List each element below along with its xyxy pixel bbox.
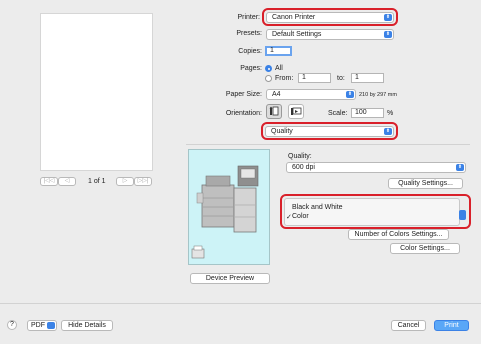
next-page-button[interactable]: ▷ bbox=[116, 177, 134, 186]
printer-label: Printer: bbox=[237, 14, 260, 21]
bottom-divider bbox=[0, 303, 481, 304]
pages-label: Pages: bbox=[240, 65, 262, 72]
paper-size-label: Paper Size: bbox=[225, 91, 262, 98]
section-divider bbox=[186, 144, 470, 145]
paper-size-value: A4 bbox=[272, 91, 281, 98]
copies-label: Copies: bbox=[238, 48, 262, 55]
quality-settings-button[interactable]: Quality Settings... bbox=[388, 178, 463, 189]
presets-select[interactable]: Default Settings ⬍ bbox=[266, 29, 394, 40]
help-button[interactable]: ? bbox=[7, 320, 17, 330]
quality-label: Quality: bbox=[288, 153, 312, 160]
page-preview bbox=[40, 13, 153, 171]
orientation-label: Orientation: bbox=[225, 110, 262, 117]
number-of-colors-settings-button[interactable]: Number of Colors Settings... bbox=[348, 229, 449, 240]
chevron-updown-icon: ⬍ bbox=[384, 31, 392, 38]
presets-label: Presets: bbox=[236, 30, 262, 37]
print-button[interactable]: Print bbox=[434, 320, 469, 331]
scale-field[interactable]: 100 bbox=[351, 108, 384, 118]
pages-from-radio[interactable] bbox=[265, 75, 272, 82]
copies-field[interactable]: 1 bbox=[265, 46, 292, 56]
last-page-button[interactable]: ▷▷| bbox=[134, 177, 152, 186]
scale-label: Scale: bbox=[328, 110, 348, 117]
device-preview-button[interactable]: Device Preview bbox=[190, 273, 270, 284]
chevron-updown-icon: ⬍ bbox=[346, 91, 354, 98]
pages-from-field[interactable]: 1 bbox=[298, 73, 331, 83]
pdf-menu-button[interactable]: PDF bbox=[27, 320, 57, 331]
chevron-down-icon bbox=[47, 322, 55, 329]
first-page-button[interactable]: |◁◁ bbox=[40, 177, 58, 186]
hide-details-button[interactable]: Hide Details bbox=[61, 320, 113, 331]
pages-from-label: From: bbox=[275, 75, 294, 82]
pages-all-radio[interactable] bbox=[265, 65, 272, 72]
paper-size-select[interactable]: A4 ⬍ bbox=[266, 89, 356, 100]
previous-page-button[interactable]: ◁ bbox=[58, 177, 76, 186]
paper-dimensions: 210 by 297 mm bbox=[359, 92, 397, 98]
pages-to-label: to: bbox=[337, 75, 345, 82]
landscape-orientation-button[interactable] bbox=[288, 104, 304, 119]
pages-all-label: All bbox=[275, 65, 283, 72]
quality-select-value: 600 dpi bbox=[292, 164, 315, 171]
cancel-button[interactable]: Cancel bbox=[391, 320, 426, 331]
page-indicator: 1 of 1 bbox=[88, 178, 106, 185]
preview-navigation: |◁◁ ◁ 1 of 1 ▷ ▷▷| bbox=[40, 177, 153, 187]
radio-dot-icon bbox=[267, 67, 270, 70]
section-highlight bbox=[261, 122, 398, 140]
landscape-icon bbox=[291, 107, 302, 115]
quality-select[interactable]: 600 dpi ⬍ bbox=[286, 162, 466, 173]
printer-highlight bbox=[262, 8, 398, 26]
portrait-icon bbox=[269, 106, 279, 116]
color-settings-button[interactable]: Color Settings... bbox=[390, 243, 460, 254]
chevron-updown-icon: ⬍ bbox=[456, 164, 464, 171]
presets-select-value: Default Settings bbox=[272, 31, 322, 38]
device-preview-panel bbox=[188, 149, 270, 265]
color-menu-highlight bbox=[280, 194, 471, 229]
pdf-button-label: PDF bbox=[31, 322, 45, 329]
scale-unit: % bbox=[387, 110, 394, 117]
portrait-orientation-button[interactable] bbox=[266, 104, 282, 119]
printer-device-icon bbox=[191, 165, 259, 259]
pages-to-field[interactable]: 1 bbox=[351, 73, 384, 83]
